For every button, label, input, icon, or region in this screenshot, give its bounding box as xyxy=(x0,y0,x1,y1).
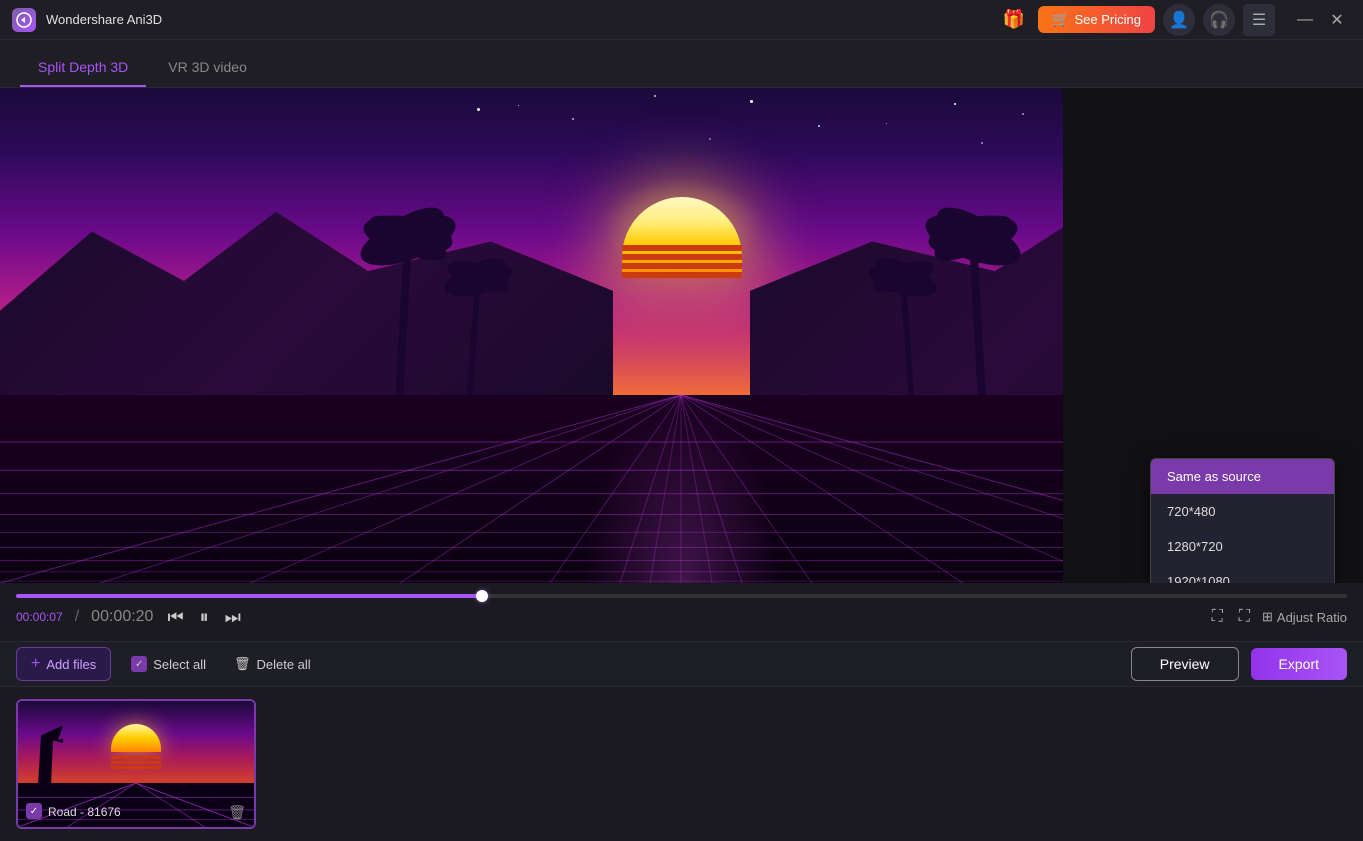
file-name-0: Road - 81676 xyxy=(48,805,121,819)
skip-back-button[interactable]: ⏮ xyxy=(165,605,185,630)
app-title: Wondershare Ani3D xyxy=(46,12,988,27)
headset-icon: 🎧 xyxy=(1209,10,1229,30)
video-controls: 00:00:07 / 00:00:20 ⏮ ⏸ ⏭ ⛶ xyxy=(0,583,1363,641)
dropdown-item-1280[interactable]: 1280*720 xyxy=(1151,529,1334,564)
palm-trees-right xyxy=(863,160,1063,420)
dropdown-item-1920[interactable]: 1920*1080 xyxy=(1151,564,1334,583)
plus-icon: + xyxy=(31,655,40,673)
adjust-ratio-button[interactable]: ⊞ Adjust Ratio xyxy=(1262,609,1347,625)
skip-forward-button[interactable]: ⏭ xyxy=(223,605,243,630)
dropdown-label-2: 1280*720 xyxy=(1167,539,1223,554)
preview-button[interactable]: Preview xyxy=(1131,647,1239,681)
pricing-button[interactable]: 🛒 See Pricing xyxy=(1038,6,1155,33)
skip-back-icon: ⏮ xyxy=(167,607,183,628)
crop-button[interactable]: ⛶ xyxy=(1208,604,1227,630)
file-delete-0[interactable]: 🗑 xyxy=(228,804,246,821)
tab-split-depth[interactable]: Split Depth 3D xyxy=(20,49,146,87)
resolution-dropdown: Same as source 720*480 1280*720 1920*108… xyxy=(1150,458,1335,583)
trash-icon: 🗑 xyxy=(234,656,251,672)
file-checkbox-0[interactable]: ✓ xyxy=(26,803,42,819)
tab-vr-3d-label: VR 3D video xyxy=(168,59,247,75)
dropdown-label-3: 1920*1080 xyxy=(1167,574,1230,583)
progress-filled xyxy=(16,594,482,598)
support-button[interactable]: 🎧 xyxy=(1203,4,1235,36)
controls-row: 00:00:07 / 00:00:20 ⏮ ⏸ ⏭ ⛶ xyxy=(16,604,1347,630)
dropdown-label-0: Same as source xyxy=(1167,469,1261,484)
window-controls: — ✕ xyxy=(1291,6,1351,34)
sun-stripes xyxy=(622,245,742,285)
close-icon: ✕ xyxy=(1330,10,1343,30)
thumb-sun-stripes xyxy=(111,756,161,769)
ratio-controls: ⛶ ⛶ ⊞ Adjust Ratio xyxy=(1208,604,1347,630)
titlebar-actions: 🎁 🛒 See Pricing 👤 🎧 ☰ — ✕ xyxy=(998,4,1351,36)
user-button[interactable]: 👤 xyxy=(1163,4,1195,36)
close-button[interactable]: ✕ xyxy=(1323,6,1351,34)
delete-all-button[interactable]: 🗑 Delete all xyxy=(226,650,319,678)
delete-all-label: Delete all xyxy=(256,657,310,672)
delete-icon: 🗑 xyxy=(228,804,246,820)
tabs-bar: Split Depth 3D VR 3D video xyxy=(0,40,1363,88)
add-files-button[interactable]: + Add files xyxy=(16,647,111,681)
file-card-0[interactable]: ✓ Road - 81676 🗑 xyxy=(16,699,256,829)
crop-icon: ⛶ xyxy=(1212,608,1223,625)
fullscreen-icon: ⛶ xyxy=(1239,608,1250,625)
dropdown-item-same-as-source[interactable]: Same as source xyxy=(1151,459,1334,494)
checkbox-icon: ✓ xyxy=(131,656,147,672)
user-icon: 👤 xyxy=(1169,10,1189,30)
export-label: Export xyxy=(1279,656,1319,672)
menu-icon: ☰ xyxy=(1252,10,1266,30)
dropdown-item-720p[interactable]: 720*480 xyxy=(1151,494,1334,529)
progress-bar[interactable] xyxy=(16,594,1347,598)
progress-thumb xyxy=(476,590,488,602)
menu-button[interactable]: ☰ xyxy=(1243,4,1275,36)
bottom-panel: + Add files ✓ Select all 🗑 Delete all Pr… xyxy=(0,641,1363,841)
current-time: 00:00:07 xyxy=(16,610,63,624)
pricing-label: See Pricing xyxy=(1075,12,1141,27)
main-content: Same as source 720*480 1280*720 1920*108… xyxy=(0,88,1363,841)
titlebar: Wondershare Ani3D 🎁 🛒 See Pricing 👤 🎧 ☰ … xyxy=(0,0,1363,40)
cart-icon: 🛒 xyxy=(1052,11,1069,28)
add-files-label: Add files xyxy=(46,657,96,672)
skip-forward-icon: ⏭ xyxy=(225,607,241,628)
tab-vr-3d[interactable]: VR 3D video xyxy=(150,49,265,87)
dropdown-label-1: 720*480 xyxy=(1167,504,1215,519)
preview-label: Preview xyxy=(1160,656,1210,672)
tab-split-depth-label: Split Depth 3D xyxy=(38,59,128,75)
minimize-icon: — xyxy=(1297,11,1313,29)
video-area: Same as source 720*480 1280*720 1920*108… xyxy=(0,88,1363,841)
select-all-button[interactable]: ✓ Select all xyxy=(123,650,214,678)
file-list-area: ✓ Road - 81676 🗑 xyxy=(0,687,1363,841)
adjust-ratio-label: Adjust Ratio xyxy=(1277,610,1347,625)
video-preview[interactable]: Same as source 720*480 1280*720 1920*108… xyxy=(0,88,1363,583)
export-button[interactable]: Export xyxy=(1251,648,1347,680)
palm-trees-left xyxy=(318,160,518,420)
time-separator: / xyxy=(75,608,79,626)
pause-button[interactable]: ⏸ xyxy=(198,605,211,630)
adjust-icon: ⊞ xyxy=(1262,609,1273,625)
bottom-toolbar: + Add files ✓ Select all 🗑 Delete all Pr… xyxy=(0,642,1363,687)
app-icon xyxy=(12,8,36,32)
minimize-button[interactable]: — xyxy=(1291,6,1319,34)
road-glow xyxy=(582,395,782,583)
pause-icon: ⏸ xyxy=(200,607,209,628)
gift-button[interactable]: 🎁 xyxy=(998,4,1030,36)
select-all-label: Select all xyxy=(153,657,206,672)
total-time: 00:00:20 xyxy=(91,608,153,626)
fullscreen-button[interactable]: ⛶ xyxy=(1235,604,1254,630)
